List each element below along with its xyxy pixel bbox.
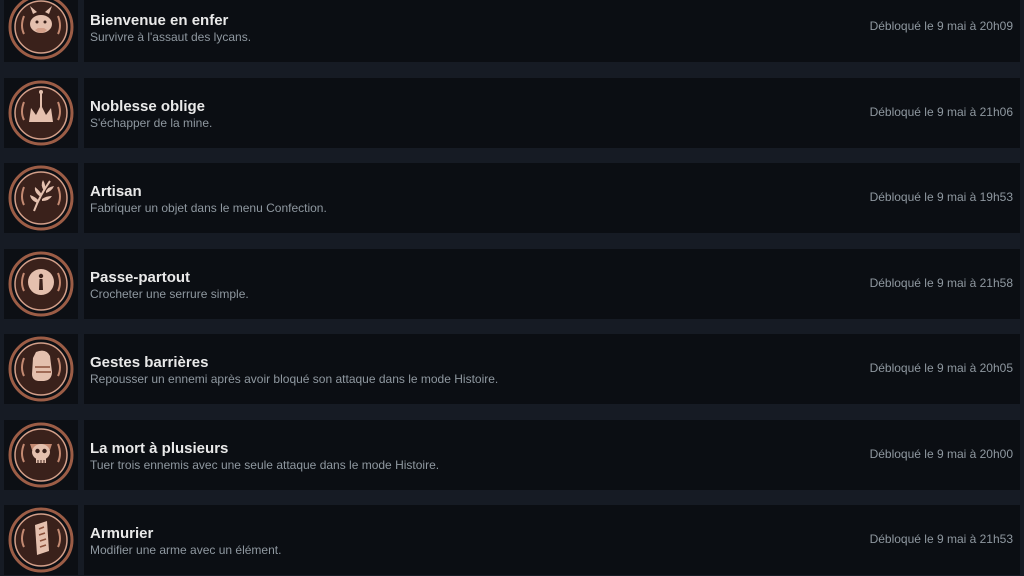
achievement-description: Fabriquer un objet dans le menu Confecti…: [90, 201, 327, 215]
achievement-title: La mort à plusieurs: [90, 440, 229, 457]
herb-icon: [8, 165, 74, 231]
achievement-unlock-date: Débloqué le 9 mai à 20h00: [869, 447, 1013, 461]
achievement-title: Noblesse oblige: [90, 98, 206, 115]
achievement-title: Bienvenue en enfer: [90, 12, 229, 29]
achievement-badge: [4, 505, 78, 575]
crown-icon: [8, 80, 74, 146]
achievement-badge: [4, 249, 78, 319]
achievement-unlock-date: Débloqué le 9 mai à 20h05: [869, 361, 1013, 375]
boot-icon: [8, 336, 74, 402]
achievement-title: Gestes barrières: [90, 354, 209, 371]
boar-head-icon: [8, 0, 74, 60]
achievement-description: Modifier une arme avec un élément.: [90, 543, 282, 557]
achievement-panel: Armurier Modifier une arme avec un éléme…: [84, 505, 1020, 575]
achievement-title: Passe-partout: [90, 269, 191, 286]
achievement-panel: Passe-partout Crocheter une serrure simp…: [84, 249, 1020, 319]
achievement-unlock-date: Débloqué le 9 mai à 21h06: [869, 105, 1013, 119]
achievement-row: Artisan Fabriquer un objet dans le menu …: [0, 163, 1024, 233]
achievement-description: Survivre à l'assaut des lycans.: [90, 30, 252, 44]
achievement-row: Gestes barrières Repousser un ennemi apr…: [0, 334, 1024, 404]
achievement-panel: Bienvenue en enfer Survivre à l'assaut d…: [84, 0, 1020, 62]
keyhole-icon: [8, 251, 74, 317]
achievement-description: Repousser un ennemi après avoir bloqué s…: [90, 372, 499, 386]
achievement-badge: [4, 334, 78, 404]
achievement-description: Crocheter une serrure simple.: [90, 287, 249, 301]
achievement-row: Passe-partout Crocheter une serrure simp…: [0, 249, 1024, 319]
achievement-description: Tuer trois ennemis avec une seule attaqu…: [90, 458, 440, 472]
achievement-description: S'échapper de la mine.: [90, 116, 213, 130]
achievement-unlock-date: Débloqué le 9 mai à 21h58: [869, 276, 1013, 290]
achievement-panel: La mort à plusieurs Tuer trois ennemis a…: [84, 420, 1020, 490]
achievement-row: Bienvenue en enfer Survivre à l'assaut d…: [0, 0, 1024, 62]
achievement-row: Noblesse oblige S'échapper de la mine. D…: [0, 78, 1024, 148]
achievement-panel: Noblesse oblige S'échapper de la mine. D…: [84, 78, 1020, 148]
achievement-unlock-date: Débloqué le 9 mai à 20h09: [869, 19, 1013, 33]
skull-icon: [8, 422, 74, 488]
achievement-unlock-date: Débloqué le 9 mai à 21h53: [869, 532, 1013, 546]
achievement-panel: Artisan Fabriquer un objet dans le menu …: [84, 163, 1020, 233]
achievement-badge: [4, 78, 78, 148]
achievement-row: La mort à plusieurs Tuer trois ennemis a…: [0, 420, 1024, 490]
achievement-badge: [4, 420, 78, 490]
achievement-badge: [4, 0, 78, 62]
achievement-row: Armurier Modifier une arme avec un éléme…: [0, 505, 1024, 575]
achievement-title: Artisan: [90, 183, 142, 200]
achievement-title: Armurier: [90, 525, 154, 542]
blade-icon: [8, 507, 74, 573]
achievement-panel: Gestes barrières Repousser un ennemi apr…: [84, 334, 1020, 404]
achievement-badge: [4, 163, 78, 233]
achievement-unlock-date: Débloqué le 9 mai à 19h53: [869, 190, 1013, 204]
